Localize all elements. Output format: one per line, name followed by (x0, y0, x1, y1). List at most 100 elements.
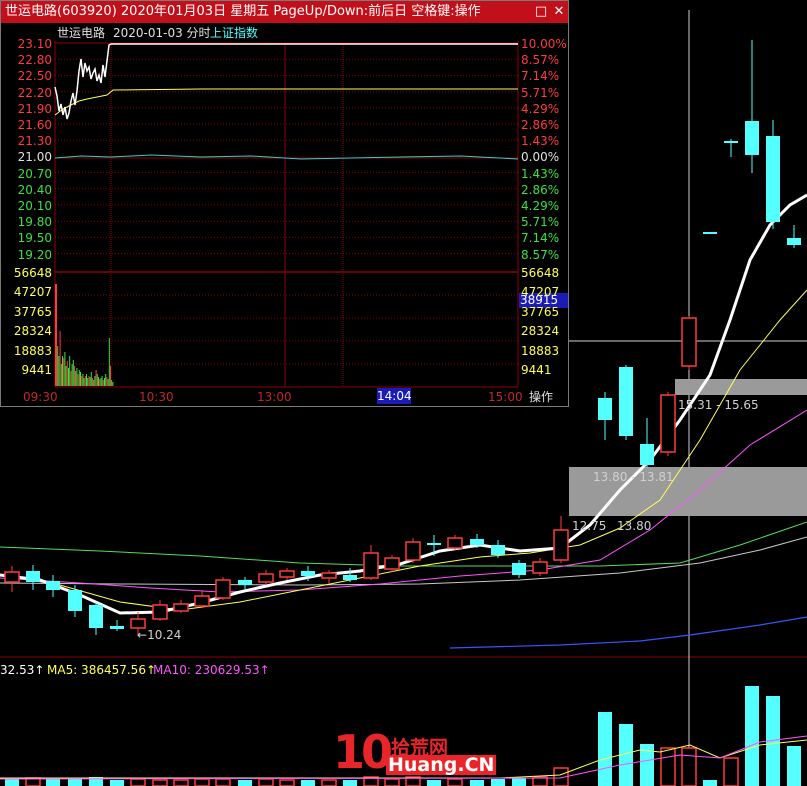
intraday-popup-window[interactable]: 世运电路(603920) 2020年01月03日 星期五 PageUp/Down… (0, 0, 569, 407)
intraday-volume-bar (58, 356, 60, 386)
intraday-chart[interactable] (1, 1, 568, 406)
candle-body (766, 136, 780, 222)
price-label-support: 13.80 (617, 519, 652, 533)
intraday-volume-bar (68, 368, 69, 386)
volume-axis-label-right: 28324 (521, 324, 560, 339)
watermark-number: 10 (333, 725, 393, 779)
intraday-volume-bar (63, 358, 65, 386)
intraday-volume-bar (83, 378, 85, 386)
intraday-volume-bar (93, 380, 95, 386)
price-axis-label: 21.60 (17, 118, 52, 132)
volume-axis-label-right: 37765 (521, 304, 560, 319)
candle-body (703, 232, 717, 234)
candle-body (258, 573, 274, 583)
price-axis-label: 21.00 (17, 150, 52, 165)
intraday-volume-bar (101, 376, 103, 386)
percent-axis-label: 5.71% (521, 215, 560, 230)
intraday-volume-bar (106, 377, 108, 386)
intraday-volume-bar (81, 376, 83, 386)
candle-body (660, 394, 676, 453)
intraday-volume-bar (69, 356, 71, 386)
candle-body (343, 575, 357, 580)
volume-axis-label: 37765 (13, 304, 52, 319)
candle-body (68, 590, 82, 611)
price-axis-label: 22.50 (17, 69, 52, 84)
price-axis-label: 20.40 (17, 182, 52, 197)
resistance-zone-upper (675, 379, 807, 395)
watermark-site-en: Huang.CN (386, 754, 497, 776)
intraday-volume-bar (55, 284, 57, 386)
volume-axis-label: 28324 (13, 324, 52, 339)
percent-axis-label: 7.14% (521, 231, 560, 246)
candle-body (238, 580, 252, 585)
zone-upper-label: 15.31 - 15.65 (678, 398, 759, 412)
volume-bar (703, 780, 717, 786)
volume-axis-label: 56648 (13, 266, 52, 280)
intraday-volume-bar (71, 364, 73, 386)
volume-bar (598, 712, 612, 786)
volume-axis-label-right: 47207 (521, 285, 560, 300)
candle-body (491, 545, 505, 555)
percent-axis-label: 1.43% (521, 166, 560, 181)
volume-bar (787, 746, 801, 786)
intraday-volume-bar (98, 377, 99, 386)
volume-bar (215, 778, 231, 786)
price-axis-label: 20.10 (17, 199, 52, 213)
percent-axis-label: 8.57% (521, 53, 560, 68)
candle-body (598, 398, 612, 420)
percent-axis-label: 1.43% (521, 134, 560, 149)
intraday-volume-bar (104, 378, 105, 386)
candle-body (110, 626, 124, 629)
time-label-1500: 15:00 (488, 390, 523, 404)
intraday-volume-bar (108, 338, 110, 386)
volume-bar (660, 747, 676, 786)
price-axis-label: 22.80 (17, 53, 52, 68)
price-axis-label: 22.20 (17, 85, 52, 100)
price-axis-label: 21.30 (17, 134, 52, 149)
intraday-volume-bar (94, 376, 96, 386)
volume-bar (258, 778, 274, 786)
intraday-volume-bar (57, 346, 59, 386)
volume-bar (745, 686, 759, 786)
volume-axis-label-right: 18883 (521, 343, 560, 358)
volume-bar (46, 779, 60, 786)
intraday-volume-bar (99, 379, 101, 386)
percent-axis-label: 7.14% (521, 69, 560, 84)
candle-body (130, 618, 146, 629)
candle-body (447, 537, 463, 549)
ma-green-line (0, 521, 807, 567)
intraday-volume-bar (89, 377, 91, 386)
intraday-volume-bar (112, 382, 114, 386)
price-axis-label: 20.70 (17, 166, 52, 181)
ma5-label: MA5: 386457.56↑ (47, 663, 157, 677)
intraday-volume-bar (102, 380, 104, 386)
operate-button[interactable]: 操作 (529, 390, 553, 404)
percent-axis-label: 5.71% (521, 85, 560, 100)
intraday-volume-bar (111, 380, 113, 386)
intraday-volume-bar (74, 366, 75, 386)
intraday-volume-bar (78, 370, 80, 386)
volume-value-fragment: 32.53↑ (0, 663, 45, 677)
intraday-volume-bar (110, 366, 111, 386)
percent-axis-label: 4.29% (521, 101, 560, 116)
candle-body (405, 541, 421, 561)
intraday-volume-bar (62, 356, 63, 386)
intraday-volume-bar (107, 379, 109, 386)
candle-body (301, 571, 315, 576)
time-label-0930: 09:30 (23, 390, 58, 404)
volume-bar (723, 757, 739, 786)
price-axis-label: 23.10 (17, 37, 52, 51)
intraday-volume-bar (100, 378, 102, 386)
price-axis-label: 19.50 (17, 231, 52, 246)
intraday-volume-bar (59, 331, 61, 386)
candle-body (745, 121, 759, 155)
volume-bar (279, 779, 295, 786)
intraday-volume-bar (92, 378, 93, 386)
candle-body (173, 603, 189, 612)
intraday-volume-bar (77, 374, 79, 386)
time-cursor-box: 14:04 (377, 388, 412, 404)
volume-axis-label: 47207 (13, 285, 52, 300)
intraday-volume-bar (88, 376, 90, 386)
volume-axis-label: 9441 (21, 363, 52, 377)
intraday-volume-bar (64, 352, 66, 386)
